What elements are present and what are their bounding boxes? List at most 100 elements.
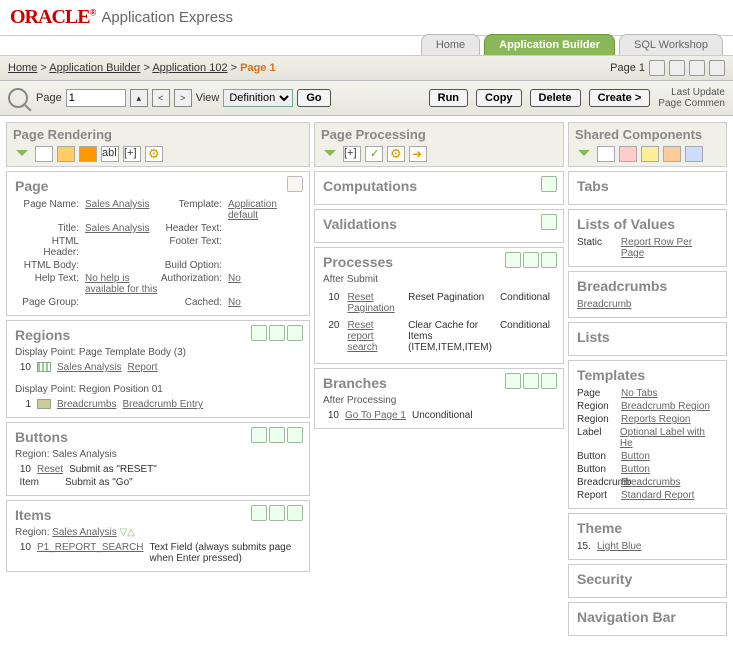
- add-button-icon[interactable]: [287, 427, 303, 443]
- item-p1-report-search[interactable]: P1_REPORT_SEARCH: [37, 542, 144, 553]
- edit-region-icon[interactable]: [269, 325, 285, 341]
- panel-navbar: Navigation Bar: [568, 602, 727, 636]
- breadcrumb-link[interactable]: Breadcrumb: [577, 299, 631, 310]
- region-breadcrumbs[interactable]: Breadcrumbs: [57, 399, 116, 410]
- item-icon[interactable]: abl: [101, 146, 119, 162]
- main-layout: Page Rendering abl [+] Page Page Name:Sa…: [0, 116, 733, 642]
- find-icon[interactable]: [649, 60, 665, 76]
- after-processing-label: After Processing: [323, 395, 555, 406]
- computation-pr-icon[interactable]: [+]: [123, 146, 141, 162]
- theme-light-blue[interactable]: Light Blue: [597, 541, 641, 552]
- toolbar-info: Last UpdatePage Commen: [658, 87, 725, 109]
- panel-page-title: Page: [15, 178, 301, 194]
- edit-page-icon[interactable]: [287, 176, 303, 192]
- copy-process-icon[interactable]: [505, 252, 521, 268]
- prev-page-button[interactable]: <: [152, 89, 170, 107]
- copy-item-icon[interactable]: [251, 505, 267, 521]
- panel-lists-title: Lists: [577, 329, 718, 345]
- add-computation-icon[interactable]: [541, 176, 557, 192]
- collapse-pp-icon[interactable]: [321, 146, 339, 162]
- panel-processes: Processes After Submit 10Reset Paginatio…: [314, 247, 564, 364]
- display-point-2: Display Point: Region Position 01: [15, 384, 301, 395]
- lock-icon[interactable]: [689, 60, 705, 76]
- panel-computations: Computations: [314, 171, 564, 205]
- app-header: ORACLE® Application Express: [0, 0, 733, 36]
- edit-branch-icon[interactable]: [523, 373, 539, 389]
- bc-home[interactable]: Home: [8, 62, 37, 74]
- run-button[interactable]: Run: [429, 89, 468, 107]
- panel-templates: Templates PageNo TabsRegionBreadcrumb Re…: [568, 360, 727, 509]
- section-page-processing: Page Processing [+]: [314, 122, 564, 167]
- edit-process-icon[interactable]: [523, 252, 539, 268]
- lists-sc-icon[interactable]: [663, 146, 681, 162]
- region-icon[interactable]: [57, 146, 75, 162]
- panel-theme-title: Theme: [577, 520, 718, 536]
- process-icon[interactable]: [387, 146, 405, 162]
- main-tabs: Home Application Builder SQL Workshop: [0, 34, 733, 55]
- panel-regions: Regions Display Point: Page Template Bod…: [6, 320, 310, 418]
- copy-button-icon[interactable]: [251, 427, 267, 443]
- button-icon[interactable]: [79, 146, 97, 162]
- bc-app-102[interactable]: Application 102: [152, 62, 227, 74]
- delete-button[interactable]: Delete: [530, 89, 581, 107]
- reorder-icon[interactable]: [138, 527, 158, 535]
- panel-branches: Branches After Processing 10Go To Page 1…: [314, 368, 564, 429]
- tab-home[interactable]: Home: [421, 34, 480, 55]
- create-button[interactable]: Create >: [589, 89, 651, 107]
- items-region-link[interactable]: Sales Analysis: [52, 527, 116, 538]
- copy-region-icon[interactable]: [251, 325, 267, 341]
- region-report-link[interactable]: Report: [127, 362, 157, 373]
- tab-application-builder[interactable]: Application Builder: [484, 34, 615, 55]
- bc-sc-icon[interactable]: [641, 146, 659, 162]
- bc-app-builder[interactable]: Application Builder: [49, 62, 140, 74]
- tabs-icon[interactable]: [597, 146, 615, 162]
- branch-goto-page1[interactable]: Go To Page 1: [345, 410, 406, 421]
- after-submit-label: After Submit: [323, 274, 555, 285]
- breadcrumb-entry-link[interactable]: Breadcrumb Entry: [122, 399, 203, 410]
- lov-sc-icon[interactable]: [619, 146, 637, 162]
- add-branch-icon[interactable]: [541, 373, 557, 389]
- button-reset[interactable]: Reset: [37, 464, 63, 475]
- process-pr-icon[interactable]: [145, 146, 163, 162]
- collapse-sc-icon[interactable]: [575, 146, 593, 162]
- edit-item-icon[interactable]: [269, 505, 285, 521]
- go-button[interactable]: Go: [297, 89, 330, 107]
- panel-tabs-title: Tabs: [577, 178, 718, 194]
- copy-button[interactable]: Copy: [476, 89, 522, 107]
- view-select[interactable]: Definition: [223, 89, 293, 107]
- panel-breadcrumbs: Breadcrumbs Breadcrumb: [568, 271, 727, 318]
- add-validation-icon[interactable]: [541, 214, 557, 230]
- add-region-icon[interactable]: [287, 325, 303, 341]
- lov-report-row[interactable]: Report Row Per Page: [621, 237, 718, 259]
- collapse-icon[interactable]: [13, 146, 31, 162]
- next-page-button[interactable]: >: [174, 89, 192, 107]
- edit-button-icon[interactable]: [269, 427, 285, 443]
- validation-icon[interactable]: [365, 146, 383, 162]
- copy-branch-icon[interactable]: [505, 373, 521, 389]
- panel-navbar-title: Navigation Bar: [577, 609, 718, 625]
- tab-sql-workshop[interactable]: SQL Workshop: [619, 34, 723, 55]
- panel-items: Items Region: Sales Analysis ▽△ 10P1_REP…: [6, 500, 310, 572]
- page-icon[interactable]: [35, 146, 53, 162]
- oracle-logo: ORACLE®: [10, 6, 95, 29]
- panel-theme: Theme 15.Light Blue: [568, 513, 727, 560]
- add-item-icon[interactable]: [287, 505, 303, 521]
- panel-templates-title: Templates: [577, 367, 718, 383]
- add-process-icon[interactable]: [541, 252, 557, 268]
- page-number-input[interactable]: [66, 89, 126, 107]
- page-picker-button[interactable]: ▴: [130, 89, 148, 107]
- col-shared-components: Shared Components Tabs Lists of Values S…: [568, 122, 727, 636]
- toolbar: Page ▴ < > View Definition Go Run Copy D…: [0, 81, 733, 116]
- panel-tabs: Tabs: [568, 171, 727, 205]
- section-page-rendering: Page Rendering abl [+]: [6, 122, 310, 167]
- templates-sc-icon[interactable]: [685, 146, 703, 162]
- view-label: View: [196, 92, 220, 104]
- panel-lists: Lists: [568, 322, 727, 356]
- computation-icon[interactable]: [+]: [343, 146, 361, 162]
- gear-icon[interactable]: [669, 60, 685, 76]
- export-icon[interactable]: [709, 60, 725, 76]
- search-icon[interactable]: [8, 88, 28, 108]
- bc-current: Page 1: [240, 62, 275, 74]
- branch-icon[interactable]: [409, 146, 427, 162]
- region-sales-analysis[interactable]: Sales Analysis: [57, 362, 121, 373]
